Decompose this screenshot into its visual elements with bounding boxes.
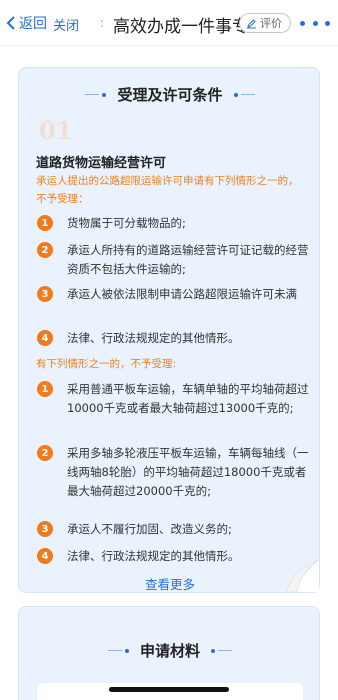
top-nav-bar: 返回 关闭 : 高效办成一件事专 评价: [0, 0, 338, 46]
conditions-panel: 受理及许可条件 01 道路货物运输经营许可 承运人提出的公路超限运输许可申请有下…: [18, 67, 320, 593]
close-button[interactable]: 关闭: [53, 15, 79, 34]
number-badge: 3: [37, 286, 53, 302]
list-item: 1 采用普通平板车运输，车辆单轴的平均轴荷超过10000千克或者最大轴荷超过13…: [37, 380, 309, 418]
materials-title-text: 申请材料: [139, 642, 200, 660]
pencil-icon: [247, 18, 256, 28]
page-curl-icon: [287, 560, 319, 592]
conditions-title-text: 受理及许可条件: [117, 86, 223, 104]
title-decoration-right: [231, 92, 255, 97]
home-indicator[interactable]: [109, 687, 229, 692]
list-item: 3 承运人不履行加固、改造义务的;: [37, 520, 309, 539]
conditions-section-title: 受理及许可条件: [19, 84, 321, 105]
more-menu-button[interactable]: [300, 16, 330, 30]
list-item-text: 承运人被依法限制申请公路超限运输许可未满: [67, 287, 297, 301]
number-badge: 1: [37, 215, 53, 231]
list-item: 4 法律、行政法规规定的其他情形。: [37, 329, 309, 348]
number-badge: 4: [37, 330, 53, 346]
materials-section-title: 申请材料: [19, 640, 321, 661]
list-item-text: 法律、行政法规规定的其他情形。: [67, 549, 240, 563]
title-decoration-left: [85, 92, 109, 97]
list-item: 1 货物属于可分载物品的;: [37, 214, 309, 233]
chevron-left-icon: [6, 16, 15, 30]
list-item: 4 法律、行政法规规定的其他情形。: [37, 547, 309, 566]
rate-button[interactable]: 评价: [239, 13, 291, 33]
rejection-note-2: 有下列情形之一的，不予受理:: [36, 358, 177, 370]
rejection-note-1: 承运人提出的公路超限运输许可申请有下列情形之一的，不予受理：: [36, 175, 299, 205]
materials-panel: 申请材料: [18, 606, 320, 700]
page-title: 高效办成一件事专: [113, 17, 249, 37]
list-item-text: 承运人不履行加固、改造义务的;: [67, 522, 232, 536]
number-badge: 2: [37, 242, 53, 258]
back-button[interactable]: 返回: [6, 13, 47, 33]
number-badge: 2: [37, 445, 53, 461]
list-item: 2 采用多轴多轮液压平板车运输，车辆每轴线（一线两轴8轮胎）的平均轴荷超过180…: [37, 444, 309, 501]
title-decoration-left: [107, 648, 132, 653]
number-watermark: 01: [39, 116, 73, 145]
list-item: 2 承运人所持有的道路运输经营许可证记载的经营资质不包括大件运输的;: [37, 241, 309, 279]
number-badge: 4: [37, 548, 53, 564]
number-badge: 3: [37, 521, 53, 537]
list-item-text: 货物属于可分载物品的;: [67, 216, 186, 230]
license-heading: 道路货物运输经营许可: [36, 156, 167, 171]
list-item-text: 采用多轴多轮液压平板车运输，车辆每轴线（一线两轴8轮胎）的平均轴荷超过18000…: [67, 446, 309, 498]
more-dot-icon: [312, 20, 318, 26]
list-item-text: 采用普通平板车运输，车辆单轴的平均轴荷超过10000千克或者最大轴荷超过1300…: [67, 382, 309, 415]
more-dot-icon: [325, 20, 330, 26]
list-item: 3 承运人被依法限制申请公路超限运输许可未满: [37, 285, 309, 304]
nav-divider: :: [100, 16, 105, 30]
back-label: 返回: [19, 16, 47, 32]
title-decoration-right: [208, 648, 232, 653]
list-item-text: 法律、行政法规规定的其他情形。: [67, 331, 240, 345]
see-more-link[interactable]: 查看更多: [19, 574, 321, 593]
list-item-text: 承运人所持有的道路运输经营许可证记载的经营资质不包括大件运输的;: [67, 243, 309, 276]
more-dot-icon: [300, 20, 305, 26]
rate-label: 评价: [260, 17, 282, 30]
number-badge: 1: [37, 381, 53, 397]
